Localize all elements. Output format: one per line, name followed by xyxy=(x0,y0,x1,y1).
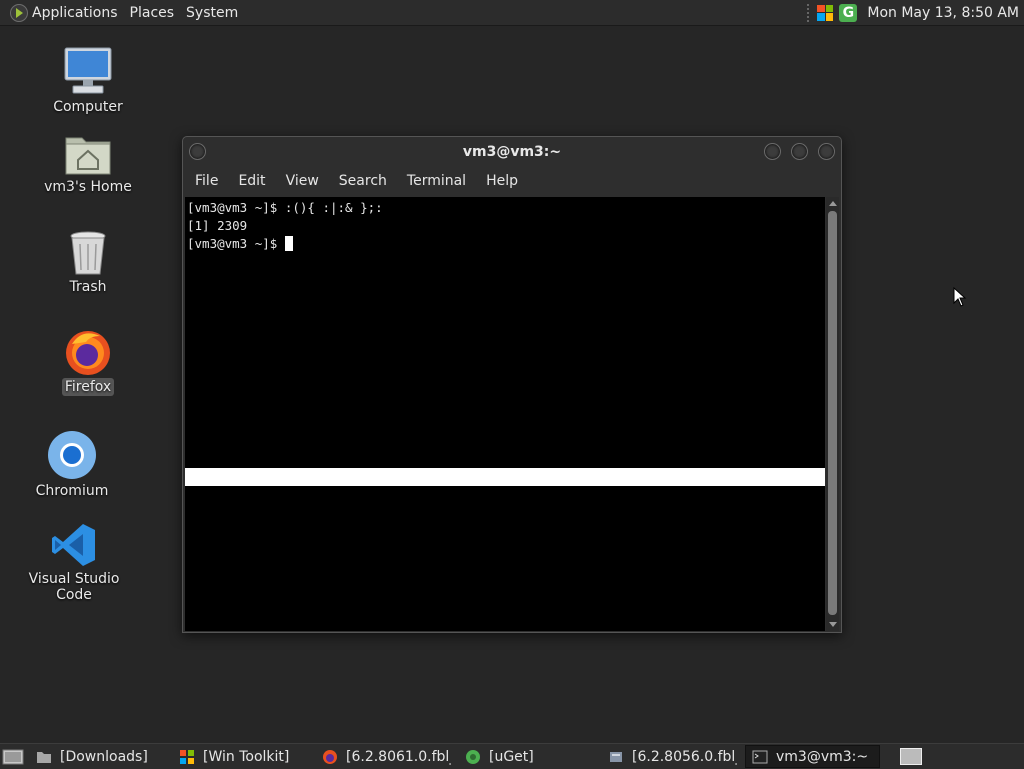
terminal-prompt: [vm3@vm3 ~]$ xyxy=(187,236,285,251)
desktop-icon-label: Firefox xyxy=(61,378,115,396)
uget-tray-icon[interactable]: G xyxy=(839,3,858,22)
show-desktop-icon[interactable] xyxy=(2,748,24,766)
home-folder-icon xyxy=(65,137,111,175)
terminal-icon xyxy=(752,750,768,763)
terminal-prompt-line: [vm3@vm3 ~]$ xyxy=(185,235,825,253)
system-menu[interactable]: System xyxy=(180,0,244,25)
task-win-toolkit[interactable]: [Win Toolkit] xyxy=(173,745,308,768)
terminal-output[interactable]: [vm3@vm3 ~]$ :(){ :|:& };: [1] 2309 [vm3… xyxy=(185,197,825,631)
clock[interactable]: Mon May 13, 8:50 AM xyxy=(867,5,1019,21)
minimize-button[interactable] xyxy=(764,143,781,160)
places-menu[interactable]: Places xyxy=(124,0,181,25)
applications-menu-label: Applications xyxy=(32,4,118,21)
applications-menu[interactable]: Applications xyxy=(0,0,124,25)
task-label: vm3@vm3:~ xyxy=(776,748,869,765)
task-label: [Win Toolkit] xyxy=(203,748,290,765)
menu-edit[interactable]: Edit xyxy=(230,173,273,189)
scroll-up-icon[interactable] xyxy=(829,201,837,206)
tray-separator xyxy=(807,3,815,22)
vscode-icon xyxy=(52,524,95,566)
task-uget[interactable]: [uGet] xyxy=(459,745,594,768)
desktop-icon-label: Chromium xyxy=(35,483,109,499)
firefox-icon xyxy=(66,331,110,375)
maximize-button[interactable] xyxy=(791,143,808,160)
scrollbar-thumb[interactable] xyxy=(828,211,837,615)
task-label: [Downloads] xyxy=(60,748,148,765)
task-terminal[interactable]: vm3@vm3:~ xyxy=(745,745,880,768)
task-label: [6.2.8061.0.fbl_... xyxy=(346,748,451,765)
scrollbar[interactable] xyxy=(826,197,839,631)
computer-icon xyxy=(64,47,112,94)
desktop-icon-label: Trash xyxy=(69,279,107,295)
scroll-down-icon[interactable] xyxy=(829,622,837,627)
menu-file[interactable]: File xyxy=(187,173,226,189)
desktop-icon-home[interactable]: vm3's Home xyxy=(33,124,143,196)
task-downloads[interactable]: [Downloads] xyxy=(30,745,165,768)
terminal-window[interactable]: vm3@vm3:~ File Edit View Search Terminal… xyxy=(182,136,842,633)
menu-help[interactable]: Help xyxy=(478,173,526,189)
desktop-icon-label: Visual Studio Code xyxy=(28,571,120,603)
task-label: [uGet] xyxy=(489,748,534,765)
task-firefox[interactable]: [6.2.8061.0.fbl_... xyxy=(316,745,451,768)
applications-icon xyxy=(10,3,28,22)
terminal-line: [vm3@vm3 ~]$ :(){ :|:& };: xyxy=(187,200,383,215)
desktop-icon-vscode[interactable]: Visual Studio Code xyxy=(19,516,129,604)
desktop-icon-trash[interactable]: Trash xyxy=(33,224,143,296)
window-title: vm3@vm3:~ xyxy=(462,144,562,160)
desktop-icon-computer[interactable]: Computer xyxy=(33,44,143,116)
workspace-switcher[interactable] xyxy=(900,748,922,765)
window-titlebar[interactable]: vm3@vm3:~ xyxy=(183,137,841,167)
terminal-menubar: File Edit View Search Terminal Help xyxy=(183,167,841,195)
mouse-pointer-icon xyxy=(953,287,967,307)
menu-view[interactable]: View xyxy=(278,173,327,189)
bottom-taskbar: [Downloads] [Win Toolkit] [6.2.8061.0.fb… xyxy=(0,743,1024,769)
desktop-icon-chromium[interactable]: Chromium xyxy=(17,428,127,500)
desktop-icon-firefox[interactable]: Firefox xyxy=(33,324,143,396)
installer-icon xyxy=(610,751,622,762)
uget-icon xyxy=(466,749,480,764)
system-tray: G Mon May 13, 8:50 AM xyxy=(807,0,1024,25)
menu-terminal[interactable]: Terminal xyxy=(399,173,474,189)
chromium-icon xyxy=(48,431,96,479)
task-installer[interactable]: [6.2.8056.0.fbl_... xyxy=(602,745,737,768)
top-panel: Applications Places System G Mon May 13,… xyxy=(0,0,1024,26)
terminal-render-band xyxy=(185,468,825,486)
window-menu-button[interactable] xyxy=(189,143,206,160)
folder-icon xyxy=(37,751,51,763)
desktop-icon-label: Computer xyxy=(53,99,123,115)
menu-search[interactable]: Search xyxy=(331,173,395,189)
text-cursor xyxy=(284,236,293,251)
terminal-line: [1] 2309 xyxy=(187,218,248,233)
close-button[interactable] xyxy=(818,143,835,160)
task-label: [6.2.8056.0.fbl_... xyxy=(632,748,737,765)
windows-tray-icon[interactable] xyxy=(817,4,834,21)
windows-icon xyxy=(180,749,194,764)
desktop-icon-label: vm3's Home xyxy=(44,179,132,195)
firefox-icon xyxy=(323,749,337,764)
trash-icon xyxy=(70,231,106,275)
